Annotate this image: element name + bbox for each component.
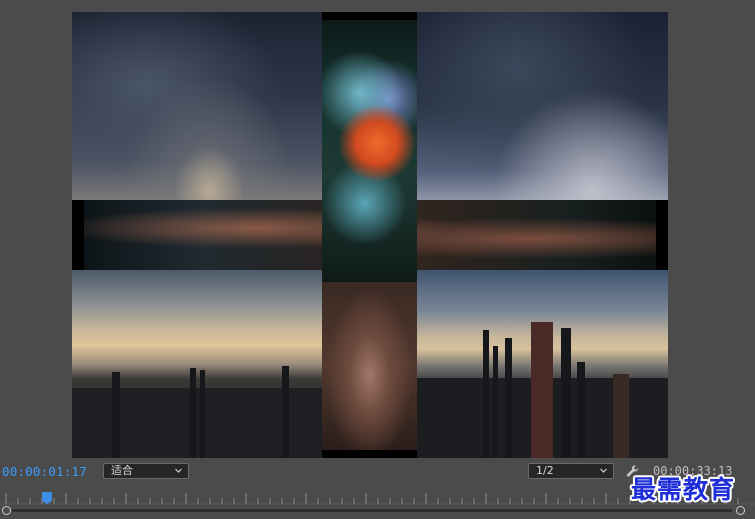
skyline-right bbox=[417, 318, 668, 458]
preview-tile-fingers bbox=[322, 282, 417, 450]
program-monitor-panel: 00:00:01:17 适合 1/2 00:00:33:13 最需教育 bbox=[0, 0, 755, 519]
preview-tile-city-left bbox=[72, 270, 322, 458]
fit-dropdown[interactable]: 适合 bbox=[103, 463, 189, 479]
preview-tile-sky-right bbox=[417, 12, 668, 200]
preview-tile-sky-left bbox=[72, 12, 322, 200]
zoom-scrollbar[interactable] bbox=[2, 506, 745, 515]
playhead[interactable] bbox=[42, 492, 52, 504]
watermark-logo: 最需教育 bbox=[631, 475, 736, 504]
resolution-dropdown-value: 1/2 bbox=[536, 464, 554, 477]
scrollbar-right-handle[interactable] bbox=[736, 506, 745, 515]
preview-tile-city-right bbox=[417, 270, 668, 458]
scrollbar-track bbox=[12, 509, 732, 512]
current-timecode[interactable]: 00:00:01:17 bbox=[2, 464, 87, 479]
skyline-left bbox=[72, 358, 322, 458]
preview-tile-bouquet bbox=[322, 20, 417, 282]
scrollbar-left-handle[interactable] bbox=[2, 506, 11, 515]
video-preview[interactable] bbox=[72, 12, 668, 458]
fit-dropdown-value: 适合 bbox=[111, 464, 133, 477]
resolution-dropdown[interactable]: 1/2 bbox=[528, 463, 614, 479]
chevron-down-icon bbox=[600, 468, 607, 473]
chevron-down-icon bbox=[175, 468, 182, 473]
